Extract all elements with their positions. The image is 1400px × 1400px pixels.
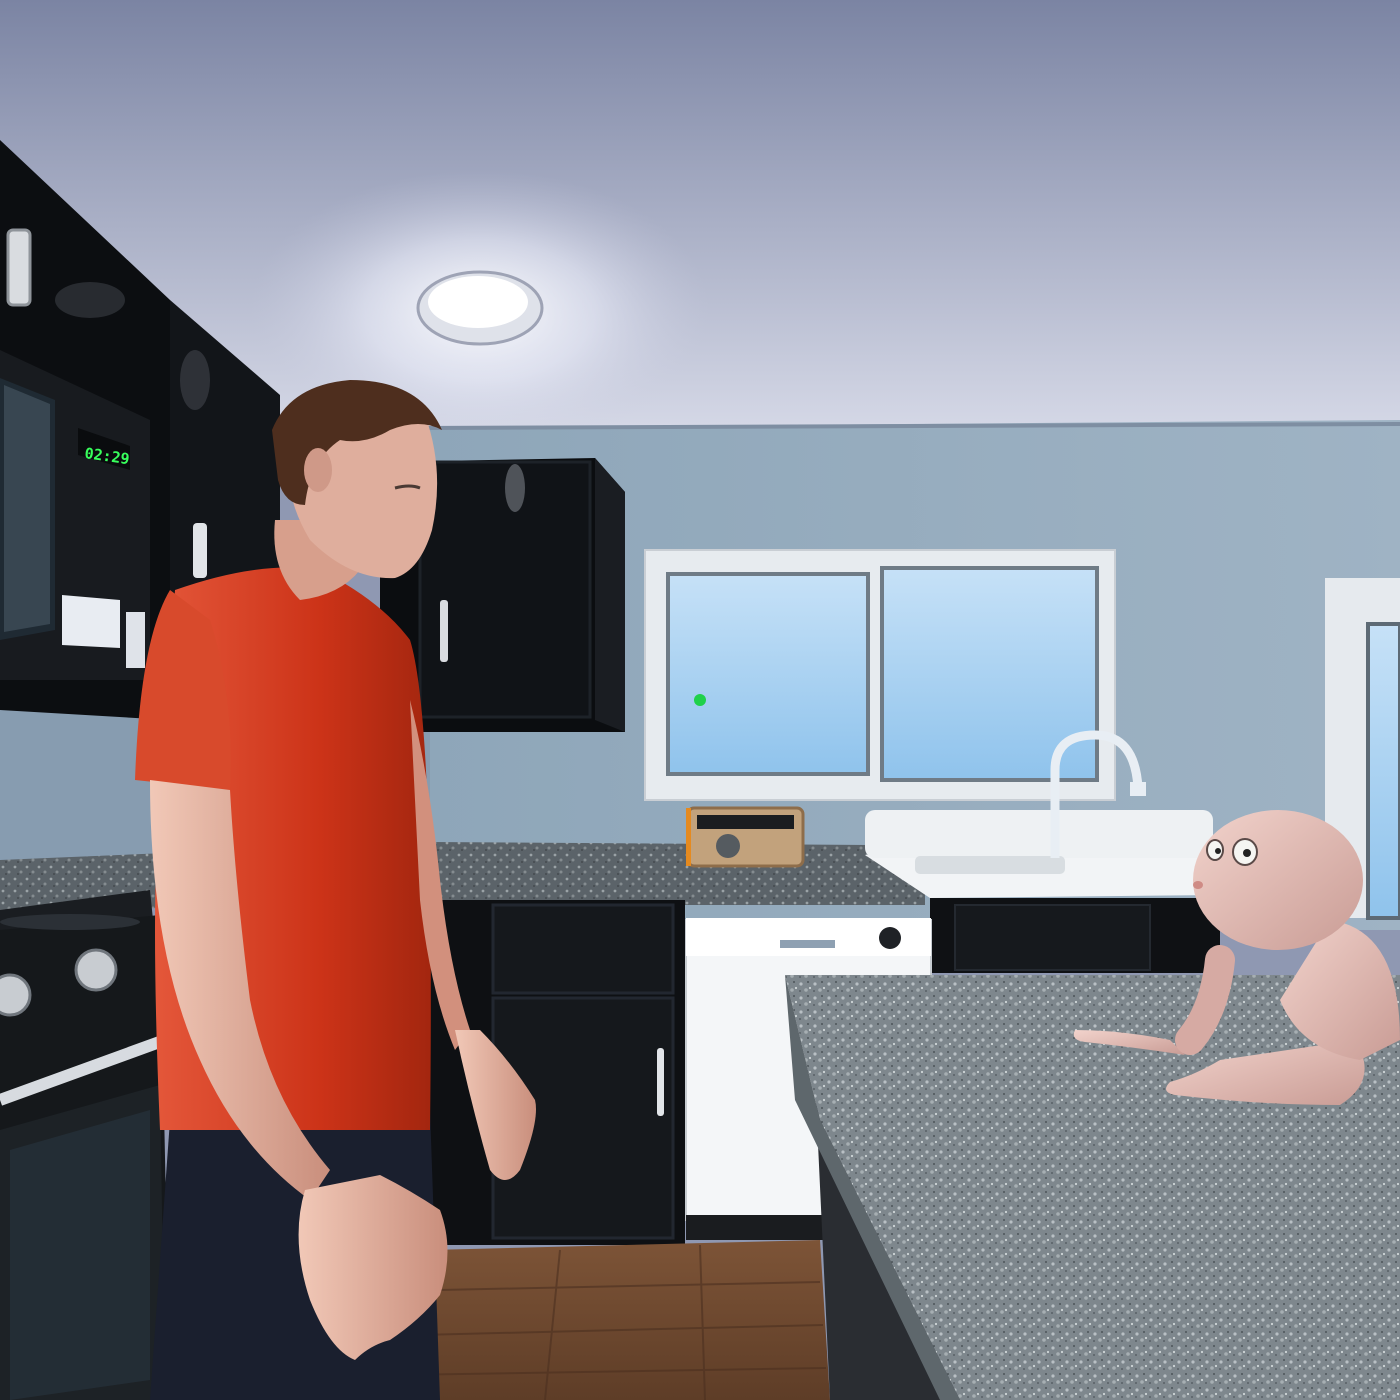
radio [686, 806, 805, 868]
ceiling-light [416, 270, 544, 346]
sink-backsplash [865, 810, 1213, 858]
sink-basin [915, 856, 1065, 874]
cabinet-handle-top [6, 228, 32, 307]
stove [0, 890, 170, 1400]
game-viewport[interactable]: 02:29 [0, 0, 1400, 1400]
floor [380, 1240, 830, 1400]
cabinet-handle-mid [193, 523, 207, 578]
kitchen-window [644, 549, 1116, 801]
crosshair-dot [694, 694, 706, 706]
